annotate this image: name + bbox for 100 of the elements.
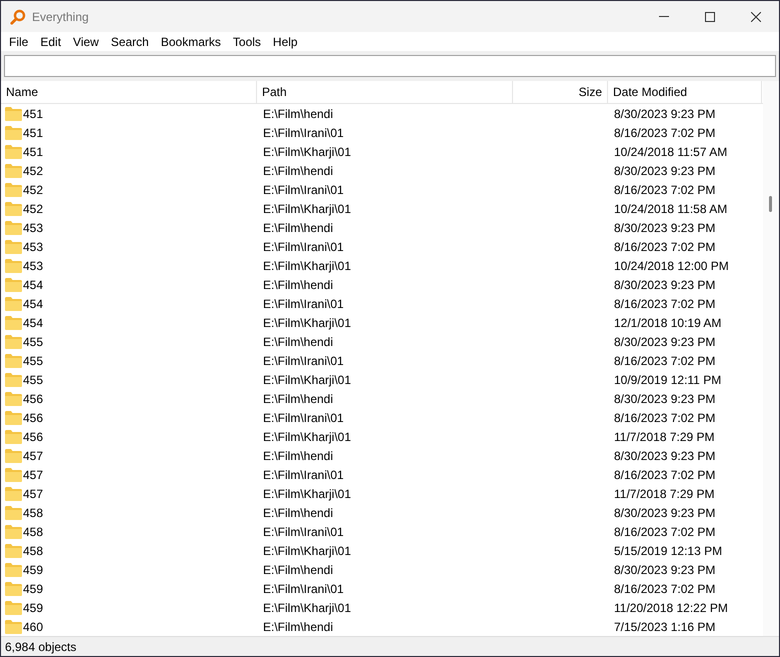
file-name: 455 — [23, 372, 44, 388]
file-path: E:\Film\hendi — [263, 448, 334, 462]
date-modified: 10/24/2018 11:57 AM — [614, 144, 728, 158]
file-path: E:\Film\Kharji\01 — [263, 430, 352, 444]
file-name: 454 — [23, 296, 44, 312]
file-name: 456 — [23, 390, 44, 408]
folder-icon — [5, 506, 22, 520]
scrollbar-thumb[interactable] — [769, 196, 772, 212]
status-text: 6,984 objects — [5, 638, 76, 656]
date-modified: 8/30/2023 9:23 PM — [614, 392, 716, 406]
file-name: 453 — [23, 258, 44, 274]
file-path: E:\Film\Irani\01 — [263, 182, 344, 196]
date-modified: 11/7/2018 7:29 PM — [614, 486, 715, 500]
column-header[interactable]: Name — [6, 83, 38, 101]
folder-icon — [5, 240, 22, 254]
date-modified: 8/30/2023 9:23 PM — [614, 506, 716, 520]
file-path: E:\Film\Irani\01 — [263, 240, 344, 254]
folder-icon — [5, 316, 22, 330]
file-name: 457 — [23, 466, 44, 484]
file-path: E:\Film\hendi — [263, 334, 334, 348]
file-path: E:\Film\Kharji\01 — [263, 486, 352, 500]
file-path: E:\Film\Irani\01 — [263, 296, 344, 310]
date-modified: 8/30/2023 9:23 PM — [614, 448, 716, 462]
file-path: E:\Film\hendi — [263, 392, 334, 406]
menu-item[interactable]: View — [67, 32, 105, 50]
date-modified: 8/30/2023 9:23 PM — [614, 334, 716, 348]
menu-item[interactable]: Bookmarks — [154, 32, 227, 50]
folder-icon — [5, 354, 22, 368]
folder-icon — [5, 126, 22, 140]
file-path: E:\Film\Irani\01 — [263, 354, 344, 368]
file-path: E:\Film\hendi — [263, 506, 334, 520]
file-name: 453 — [23, 220, 44, 236]
date-modified: 8/16/2023 7:02 PM — [614, 126, 716, 140]
folder-icon — [5, 164, 22, 178]
magnifier-icon — [10, 8, 26, 24]
folder-icon — [5, 448, 22, 462]
file-name: 460 — [23, 618, 44, 636]
folder-icon — [5, 600, 22, 614]
window-title: Everything — [32, 8, 89, 26]
file-name: 451 — [23, 144, 44, 160]
folder-icon — [5, 106, 22, 120]
menu-item[interactable]: File — [3, 32, 34, 50]
file-path: E:\Film\Kharji\01 — [263, 316, 352, 330]
folder-icon — [5, 296, 22, 310]
file-name: 454 — [23, 276, 44, 294]
file-name: 457 — [23, 486, 44, 502]
date-modified: 8/30/2023 9:23 PM — [614, 106, 716, 120]
date-modified: 8/16/2023 7:02 PM — [614, 410, 716, 424]
file-name: 456 — [23, 410, 44, 426]
menu-item[interactable]: Help — [266, 32, 304, 50]
file-path: E:\Film\Kharji\01 — [263, 544, 352, 558]
folder-icon — [5, 258, 22, 272]
menu-item[interactable]: Tools — [226, 32, 267, 50]
folder-icon — [5, 620, 22, 634]
file-path: E:\Film\Kharji\01 — [263, 600, 352, 614]
date-modified: 11/7/2018 7:29 PM — [614, 430, 715, 444]
file-path: E:\Film\Kharji\01 — [263, 372, 352, 386]
file-path: E:\Film\Kharji\01 — [263, 258, 352, 272]
file-path: E:\Film\Irani\01 — [263, 582, 344, 596]
file-path: E:\Film\Kharji\01 — [263, 202, 352, 216]
menu-item[interactable]: Search — [104, 32, 155, 50]
folder-icon — [5, 468, 22, 482]
date-modified: 8/16/2023 7:02 PM — [614, 524, 716, 538]
file-name: 452 — [23, 162, 44, 180]
file-name: 451 — [23, 106, 44, 122]
file-name: 452 — [23, 200, 44, 218]
date-modified: 8/16/2023 7:02 PM — [614, 182, 716, 196]
column-header[interactable]: Date Modified — [613, 83, 688, 101]
date-modified: 7/15/2023 1:16 PM — [614, 620, 716, 634]
menu-item[interactable]: Edit — [34, 32, 68, 50]
date-modified: 10/9/2019 12:11 PM — [614, 372, 722, 386]
column-header[interactable]: Size — [578, 83, 602, 101]
date-modified: 8/30/2023 9:23 PM — [614, 164, 716, 178]
file-name: 455 — [23, 352, 44, 370]
file-name: 456 — [23, 428, 44, 446]
folder-icon — [5, 392, 22, 406]
folder-icon — [5, 144, 22, 158]
date-modified: 8/16/2023 7:02 PM — [614, 296, 716, 310]
folder-icon — [5, 582, 22, 596]
search-field[interactable] — [4, 55, 776, 77]
date-modified: 8/16/2023 7:02 PM — [614, 354, 716, 368]
date-modified: 10/24/2018 11:58 AM — [614, 202, 728, 216]
date-modified: 5/15/2019 12:13 PM — [614, 544, 722, 558]
date-modified: 12/1/2018 10:19 AM — [614, 316, 722, 330]
file-path: E:\Film\Irani\01 — [263, 410, 344, 424]
folder-icon — [5, 562, 22, 576]
file-path: E:\Film\Kharji\01 — [263, 144, 352, 158]
date-modified: 8/30/2023 9:23 PM — [614, 278, 716, 292]
folder-icon — [5, 486, 22, 500]
file-name: 451 — [23, 124, 44, 142]
file-name: 458 — [23, 524, 44, 540]
file-path: E:\Film\hendi — [263, 620, 334, 634]
date-modified: 8/16/2023 7:02 PM — [614, 582, 716, 596]
minimize-icon — [659, 16, 669, 17]
maximize-icon — [705, 12, 715, 22]
folder-icon — [5, 410, 22, 424]
folder-icon — [5, 182, 22, 196]
column-header[interactable]: Path — [262, 83, 287, 101]
folder-icon — [5, 334, 22, 348]
folder-icon — [5, 278, 22, 292]
